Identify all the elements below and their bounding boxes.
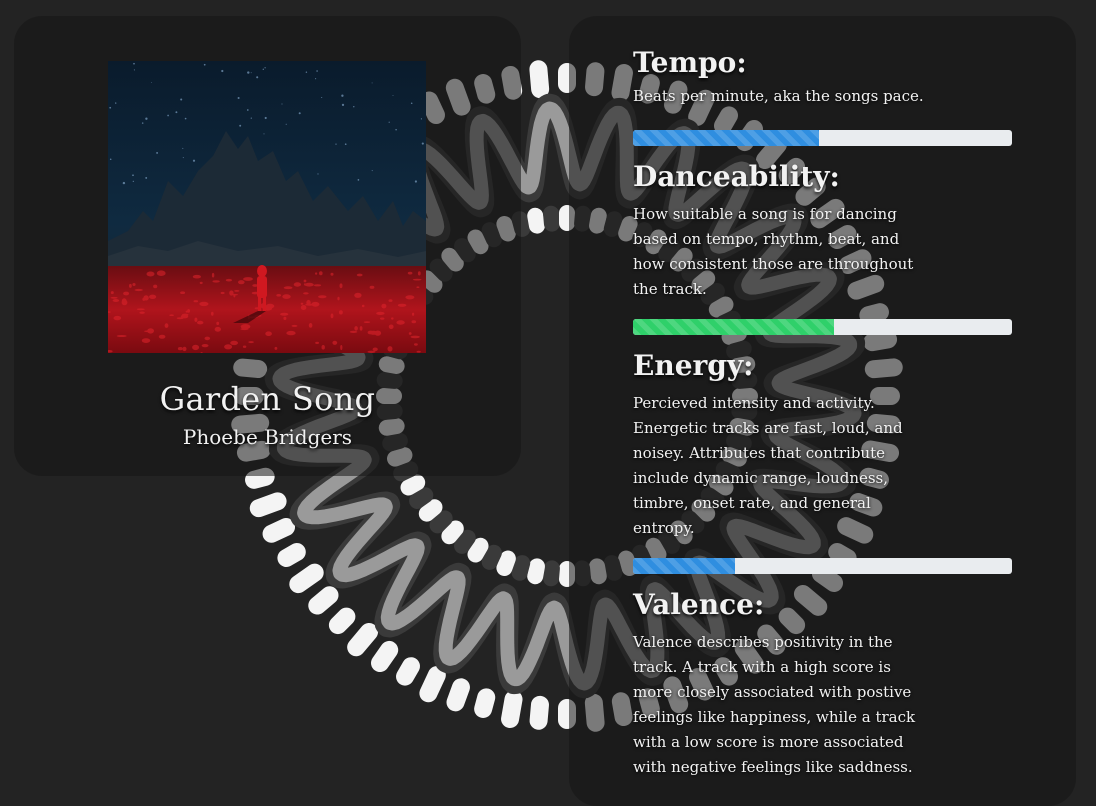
visualizer-tooth xyxy=(277,543,306,567)
tempo-progress-bar xyxy=(633,130,1012,146)
danceability-progress-fill xyxy=(633,319,834,335)
feature-description: How suitable a song is for dancing based… xyxy=(633,205,914,298)
visualizer-tooth xyxy=(441,520,464,545)
album-cover-image xyxy=(108,61,426,353)
visualizer-tooth xyxy=(249,492,287,518)
feature-valence: Valence: Valence describes positivity in… xyxy=(633,589,1013,780)
visualizer-tooth xyxy=(328,607,356,635)
visualizer-tooth xyxy=(371,640,399,673)
visualizer-tooth xyxy=(481,544,502,570)
visualizer-tooth xyxy=(289,563,324,594)
visualizer-tooth xyxy=(454,529,476,554)
visualizer-tooth xyxy=(446,678,470,712)
visualizer-tooth xyxy=(467,537,489,563)
visualizer-tooth xyxy=(429,510,453,534)
visualizer-tooth xyxy=(529,695,549,730)
visualizer-tooth xyxy=(543,560,560,587)
visualizer-tooth xyxy=(527,558,545,585)
visualizer-tooth xyxy=(347,622,379,657)
feature-energy: Energy: Percieved intensity and activity… xyxy=(633,350,1013,541)
visualizer-tooth xyxy=(262,518,296,543)
feature-tempo: Tempo: Beats per minute, aka the songs p… xyxy=(633,47,1013,109)
visualizer-tooth xyxy=(396,657,420,686)
feature-description: Beats per minute, aka the songs pace. xyxy=(633,87,924,105)
feature-description: Percieved intensity and activity. Energe… xyxy=(633,394,903,537)
feature-title: Valence: xyxy=(633,588,765,621)
danceability-progress-bar xyxy=(633,319,1012,335)
feature-title: Energy: xyxy=(633,349,754,382)
song-title: Garden Song xyxy=(159,380,376,418)
visualizer-tooth xyxy=(511,555,531,581)
visualizer-tooth xyxy=(496,550,516,576)
visualizer-tooth xyxy=(409,487,434,509)
visualizer-tooth xyxy=(527,207,545,234)
feature-description: Valence describes positivity in the trac… xyxy=(633,633,916,776)
visualizer-tooth xyxy=(418,499,443,522)
feature-danceability: Danceability: How suitable a song is for… xyxy=(633,161,1013,302)
visualizer-tooth xyxy=(419,666,446,703)
song-artist: Phoebe Bridgers xyxy=(182,425,353,449)
energy-progress-bar xyxy=(633,558,1012,574)
visualizer-tooth xyxy=(543,205,560,232)
visualizer-tooth xyxy=(529,60,550,99)
visualizer-tooth xyxy=(474,688,496,718)
visualizer-tooth xyxy=(308,586,339,615)
feature-title: Tempo: xyxy=(633,46,747,79)
feature-title: Danceability: xyxy=(633,160,840,193)
energy-progress-fill xyxy=(633,558,736,574)
visualizer-tooth xyxy=(501,690,523,729)
tempo-progress-fill xyxy=(633,130,819,146)
